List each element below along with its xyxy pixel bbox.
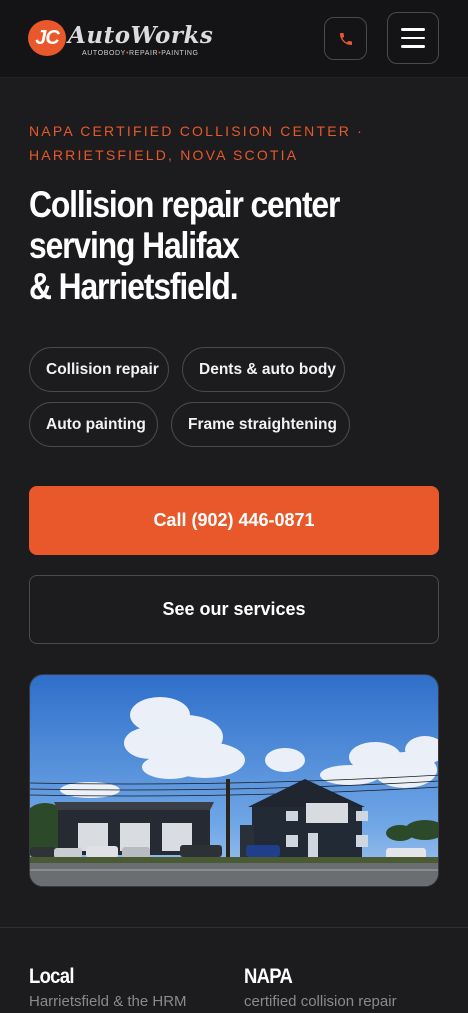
- chip-collision-repair[interactable]: Collision repair: [29, 347, 169, 392]
- stat-napa: NAPA certified collision repair: [244, 965, 397, 1010]
- eyebrow-line-1: NAPA CERTIFIED COLLISION CENTER ·: [29, 123, 365, 139]
- stat-local-title: Local: [29, 965, 74, 988]
- tagline-autobody: AUTOBODY: [82, 50, 126, 57]
- call-icon-button[interactable]: [324, 17, 367, 60]
- see-services-button[interactable]: See our services: [29, 575, 439, 644]
- stat-napa-subtitle: certified collision repair: [244, 993, 397, 1010]
- stat-local: Local Harrietsfield & the HRM: [29, 965, 187, 1010]
- phone-icon: [339, 32, 352, 45]
- chip-dents-auto-body[interactable]: Dents & auto body: [182, 347, 345, 392]
- site-header: JC AutoWorks AUTOBODY•REPAIR•PAINTING: [0, 0, 468, 78]
- headline-line-1: Collision repair center: [29, 184, 340, 225]
- section-divider: [0, 927, 468, 928]
- logo-wordmark: AutoWorks: [68, 22, 214, 49]
- shop-photo: [29, 674, 439, 887]
- chip-frame-straightening[interactable]: Frame straightening: [171, 402, 350, 447]
- headline-line-2: serving Halifax: [29, 225, 240, 266]
- shop-building-image: [30, 675, 438, 886]
- brand-logo[interactable]: JC AutoWorks AUTOBODY•REPAIR•PAINTING: [28, 18, 218, 60]
- chip-auto-painting[interactable]: Auto painting: [29, 402, 158, 447]
- logo-tagline: AUTOBODY•REPAIR•PAINTING: [82, 50, 199, 57]
- hamburger-menu-icon: [401, 28, 425, 31]
- tagline-painting: PAINTING: [161, 50, 199, 57]
- tagline-repair: REPAIR: [129, 50, 159, 57]
- logo-badge: JC: [28, 20, 66, 56]
- hero-headline: Collision repair center serving Halifax …: [29, 184, 390, 307]
- menu-button[interactable]: [387, 12, 439, 64]
- hero-eyebrow: NAPA CERTIFIED COLLISION CENTER · HARRIE…: [29, 119, 439, 167]
- stat-napa-title: NAPA: [244, 965, 293, 988]
- stat-local-subtitle: Harrietsfield & the HRM: [29, 993, 187, 1010]
- headline-line-3: & Harrietsfield.: [29, 266, 239, 307]
- eyebrow-line-2: HARRIETSFIELD, NOVA SCOTIA: [29, 147, 299, 163]
- call-button[interactable]: Call (902) 446-0871: [29, 486, 439, 555]
